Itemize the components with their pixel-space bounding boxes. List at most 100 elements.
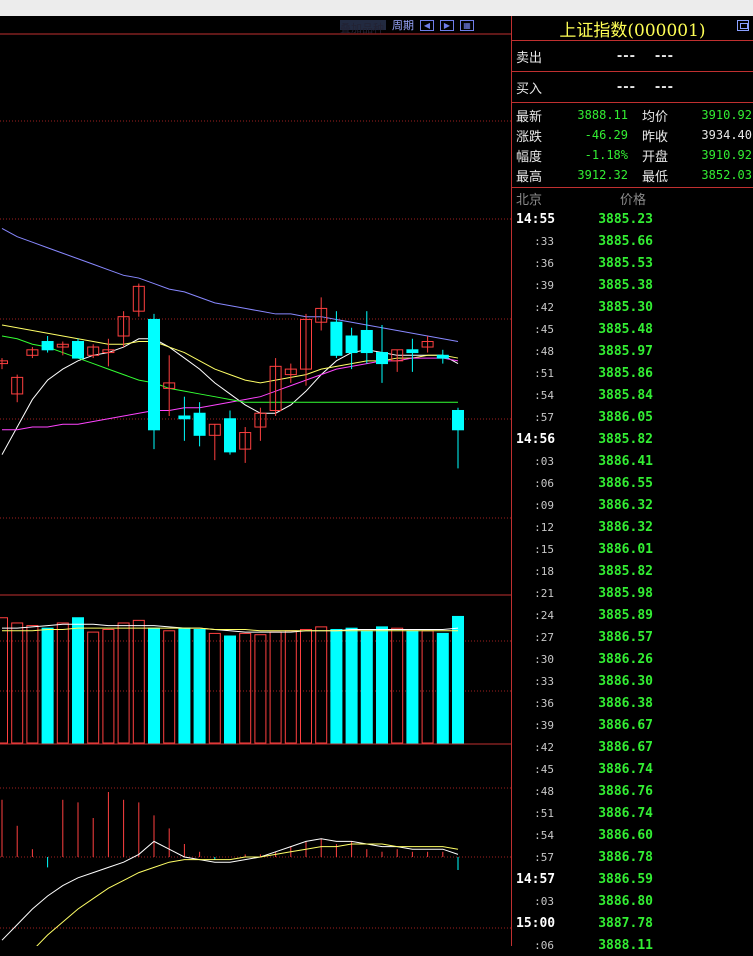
tick-row: :54 3886.60 <box>512 824 753 846</box>
tick-price: 3885.82 <box>598 563 653 579</box>
tick-price: 3885.38 <box>598 277 653 293</box>
overlay-tab[interactable]: 叠加品种 <box>340 20 386 35</box>
stat-value: -46.29 <box>584 128 628 142</box>
tick-time: :48 <box>534 784 554 798</box>
sell-price: --- <box>616 48 636 64</box>
security-title: 上证指数(000001) <box>559 20 706 41</box>
tick-time: 15:00 <box>516 915 556 931</box>
tick-price: 3886.57 <box>598 629 653 645</box>
chart-toolbar: 叠加品种 周期 ◀ ▶ ▦ <box>340 16 474 35</box>
tick-time: :09 <box>534 498 554 512</box>
kline-chart-svg[interactable] <box>0 16 511 956</box>
candle-body <box>178 415 191 420</box>
tick-time: :57 <box>534 410 554 424</box>
volume-bar <box>239 632 252 744</box>
tick-time: :51 <box>534 806 554 820</box>
stat-label: 最高 <box>516 169 543 185</box>
stat-value: 3910.92 <box>701 148 752 162</box>
tick-row: :24 3885.89 <box>512 604 753 626</box>
volume-bar <box>284 630 297 744</box>
tick-row: :39 3885.38 <box>512 274 753 296</box>
tick-row: :45 3885.48 <box>512 318 753 340</box>
stat-label: 幅度 <box>516 149 543 165</box>
tick-time: :42 <box>534 740 554 754</box>
tick-price: 3885.30 <box>598 299 653 315</box>
volume-bar <box>376 626 388 744</box>
volume-bar <box>300 628 312 744</box>
tick-row: :54 3885.84 <box>512 384 753 406</box>
candle-body <box>224 418 236 453</box>
tick-price: 3885.89 <box>598 607 653 623</box>
tick-row: :30 3886.26 <box>512 648 753 670</box>
tick-price: 3886.05 <box>598 409 653 425</box>
sell-label: 卖出 <box>516 50 543 66</box>
tick-time: :30 <box>534 652 554 666</box>
period-tab[interactable]: 周期 <box>392 17 414 33</box>
tick-time: :03 <box>534 894 554 908</box>
stat-value: 3852.03 <box>701 168 752 182</box>
tick-time: :06 <box>534 938 554 952</box>
tick-row: :57 3886.78 <box>512 846 753 868</box>
tick-time: :51 <box>534 366 554 380</box>
tick-time: :45 <box>534 322 554 336</box>
tick-price: 3886.38 <box>598 695 653 711</box>
tick-row: :57 3886.05 <box>512 406 753 428</box>
arrow-left-icon[interactable]: ◀ <box>420 19 434 31</box>
stat-value: -1.18% <box>584 148 628 162</box>
tick-row: :03 3886.80 <box>512 890 753 912</box>
tick-row: :45 3886.74 <box>512 758 753 780</box>
tick-time: :33 <box>534 674 554 688</box>
tick-row: :21 3885.98 <box>512 582 753 604</box>
volume-bar <box>254 634 267 744</box>
tick-time: :48 <box>534 344 554 358</box>
tick-price: 3886.67 <box>598 717 653 733</box>
volume-bar <box>148 627 160 744</box>
candle-body <box>148 318 160 431</box>
tick-row: :51 3885.86 <box>512 362 753 384</box>
tick-list[interactable]: 14:55 3885.23:33 3885.66:36 3885.53:39 3885.… <box>512 208 753 956</box>
stat-value: 3912.32 <box>577 168 628 182</box>
tick-row: :15 3886.01 <box>512 538 753 560</box>
tick-time: :03 <box>534 454 554 468</box>
tick-time: :27 <box>534 630 554 644</box>
tick-time: :54 <box>534 828 554 842</box>
tick-time: :21 <box>534 586 554 600</box>
maximize-icon[interactable] <box>737 20 749 31</box>
stat-label: 涨跌 <box>516 129 543 145</box>
ticks-time-header: 北京 <box>516 192 543 208</box>
tick-time: 14:55 <box>516 211 556 227</box>
tick-time: :06 <box>534 476 554 490</box>
tick-price: 3886.32 <box>598 497 653 513</box>
ma-line <box>1 227 459 343</box>
volume-bar <box>163 630 176 744</box>
tick-row: :18 3885.82 <box>512 560 753 582</box>
volume-bar <box>360 630 373 744</box>
tick-price: 3886.74 <box>598 761 653 777</box>
tick-row: :33 3886.30 <box>512 670 753 692</box>
tick-row: :42 3886.67 <box>512 736 753 758</box>
tick-row: 14:56 3885.82 <box>512 428 753 450</box>
stat-label: 最低 <box>642 169 669 185</box>
tick-row: :48 3885.97 <box>512 340 753 362</box>
stat-label: 均价 <box>642 109 669 125</box>
tick-time: :36 <box>534 256 554 270</box>
arrow-right-icon[interactable]: ▶ <box>440 19 454 31</box>
tick-row: :09 3886.32 <box>512 494 753 516</box>
buy-volume: --- <box>654 79 674 95</box>
stat-label: 最新 <box>516 109 543 125</box>
tick-row: :33 3885.66 <box>512 230 753 252</box>
tick-row: :12 3886.32 <box>512 516 753 538</box>
layout-icon[interactable]: ▦ <box>460 19 474 31</box>
kline-chart-panel[interactable] <box>0 16 511 956</box>
tick-price: 3886.01 <box>598 541 653 557</box>
volume-bar <box>72 617 84 744</box>
tick-time: :57 <box>534 850 554 864</box>
tick-price: 3885.97 <box>598 343 653 359</box>
tick-row: :39 3886.67 <box>512 714 753 736</box>
tick-row: :06 3886.55 <box>512 472 753 494</box>
volume-bar <box>178 627 191 744</box>
volume-bar <box>87 631 100 744</box>
stat-value: 3910.92 <box>701 108 752 122</box>
tick-time: :45 <box>534 762 554 776</box>
tick-time: :33 <box>534 234 554 248</box>
